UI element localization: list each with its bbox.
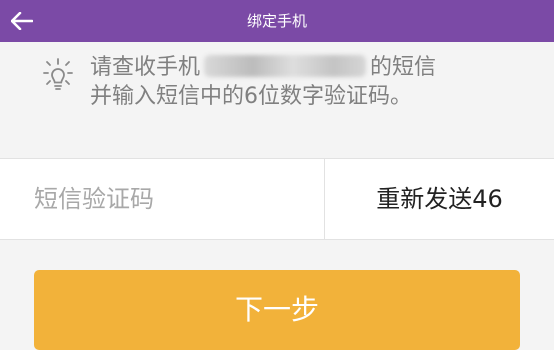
notice-prefix: 请查收手机: [90, 55, 201, 80]
verification-code-input[interactable]: [0, 159, 324, 239]
verification-code-row: 重新发送46: [0, 158, 554, 240]
next-step-button[interactable]: 下一步: [34, 270, 520, 350]
notice-line-2: 并输入短信中的6位数字验证码。: [90, 84, 412, 109]
lightbulb-icon: [43, 58, 73, 90]
app-header: 绑定手机: [0, 0, 554, 42]
notice-line-1: 请查收手机 的短信: [90, 49, 436, 81]
notice-suffix: 的短信: [370, 55, 437, 80]
resend-code-button[interactable]: 重新发送46: [325, 159, 554, 239]
page-title: 绑定手机: [246, 12, 307, 30]
masked-phone-number: [204, 55, 367, 77]
sms-notice: 请查收手机 的短信 并输入短信中的6位数字验证码。: [0, 42, 554, 158]
